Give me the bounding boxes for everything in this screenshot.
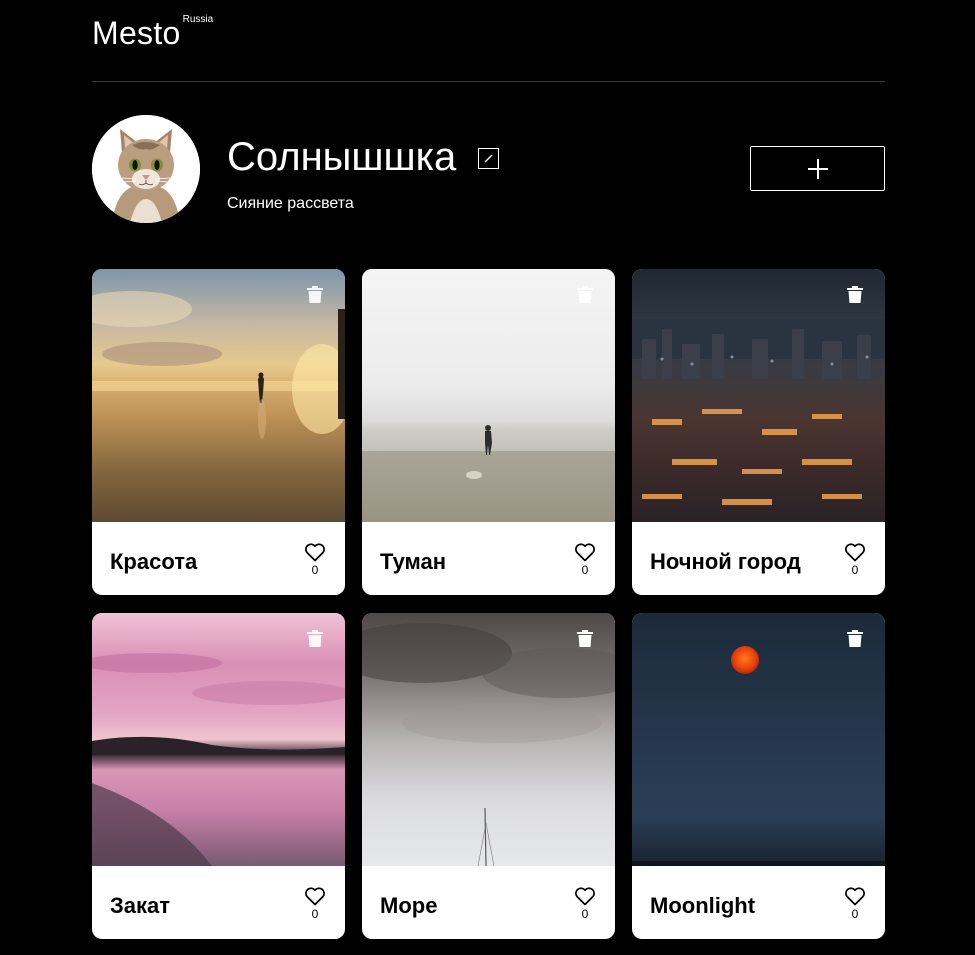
card-title: Красота [110, 549, 198, 574]
trash-icon [577, 630, 593, 647]
heart-icon [575, 887, 595, 906]
card: Красота 0 [92, 269, 345, 595]
card-footer: Закат 0 [92, 866, 345, 939]
like-group: 0 [304, 887, 326, 921]
delete-card-button[interactable] [306, 285, 324, 304]
night-city-image [632, 319, 885, 505]
like-button[interactable] [844, 887, 866, 906]
like-group: 0 [574, 543, 596, 577]
like-button[interactable] [574, 543, 596, 562]
card-image[interactable] [632, 269, 885, 522]
card: Ночной город 0 [632, 269, 885, 595]
like-group: 0 [844, 543, 866, 577]
card: Moonlight 0 [632, 613, 885, 939]
card-image[interactable] [92, 613, 345, 866]
card: Туман 0 [362, 269, 615, 595]
foggy-beach-image [362, 425, 615, 479]
pink-sunset-image [92, 653, 345, 866]
card-title: Moonlight [650, 893, 756, 918]
delete-card-button[interactable] [576, 629, 594, 648]
trash-icon [307, 630, 323, 647]
card-footer: Moonlight 0 [632, 866, 885, 939]
cat-avatar-icon [92, 115, 200, 223]
delete-card-button[interactable] [306, 629, 324, 648]
trash-icon [847, 630, 863, 647]
heart-icon [305, 887, 325, 906]
card-title: Ночной город [650, 549, 801, 574]
red-moon-image [632, 646, 885, 866]
card-image[interactable] [632, 613, 885, 866]
logo-superscript: Russia [182, 14, 214, 25]
like-button[interactable] [304, 543, 326, 562]
pencil-icon [484, 154, 493, 163]
card-image[interactable] [92, 269, 345, 522]
like-count: 0 [851, 563, 859, 577]
like-group: 0 [304, 543, 326, 577]
like-group: 0 [574, 887, 596, 921]
card-title: Море [380, 893, 438, 918]
card-title: Закат [110, 893, 171, 918]
profile-name: Солнышшка [227, 135, 457, 179]
avatar[interactable] [92, 115, 200, 223]
cloudy-sea-image [362, 623, 615, 866]
header: Mesto Russia [92, 0, 885, 82]
like-button[interactable] [574, 887, 596, 906]
page: Mesto Russia Солнышшка Сияние рассвета К… [0, 0, 975, 955]
logo: Mesto Russia [92, 14, 213, 52]
delete-card-button[interactable] [846, 629, 864, 648]
like-count: 0 [581, 563, 589, 577]
delete-card-button[interactable] [846, 285, 864, 304]
like-button[interactable] [844, 543, 866, 562]
like-group: 0 [844, 887, 866, 921]
heart-icon [845, 887, 865, 906]
edit-profile-button[interactable] [478, 148, 499, 169]
profile-about: Сияние рассвета [227, 195, 354, 212]
card-footer: Море 0 [362, 866, 615, 939]
delete-card-button[interactable] [576, 285, 594, 304]
like-count: 0 [851, 907, 859, 921]
card-footer: Красота 0 [92, 522, 345, 595]
like-count: 0 [311, 563, 319, 577]
like-count: 0 [311, 907, 319, 921]
logo-text: Mesto [92, 15, 181, 51]
trash-icon [847, 286, 863, 303]
cards-grid: Красота 0 Туман 0 Ночной город 0 Закат 0… [92, 269, 885, 939]
card-image[interactable] [362, 613, 615, 866]
heart-icon [305, 543, 325, 562]
card-footer: Туман 0 [362, 522, 615, 595]
card-image[interactable] [362, 269, 615, 522]
like-count: 0 [581, 907, 589, 921]
card-title: Туман [380, 549, 447, 574]
card: Закат 0 [92, 613, 345, 939]
add-card-button[interactable] [750, 146, 885, 191]
trash-icon [577, 286, 593, 303]
trash-icon [307, 286, 323, 303]
heart-icon [575, 543, 595, 562]
plus-icon [807, 158, 828, 179]
heart-icon [845, 543, 865, 562]
beach-surfer-image [92, 291, 345, 439]
like-button[interactable] [304, 887, 326, 906]
card: Море 0 [362, 613, 615, 939]
card-footer: Ночной город 0 [632, 522, 885, 595]
